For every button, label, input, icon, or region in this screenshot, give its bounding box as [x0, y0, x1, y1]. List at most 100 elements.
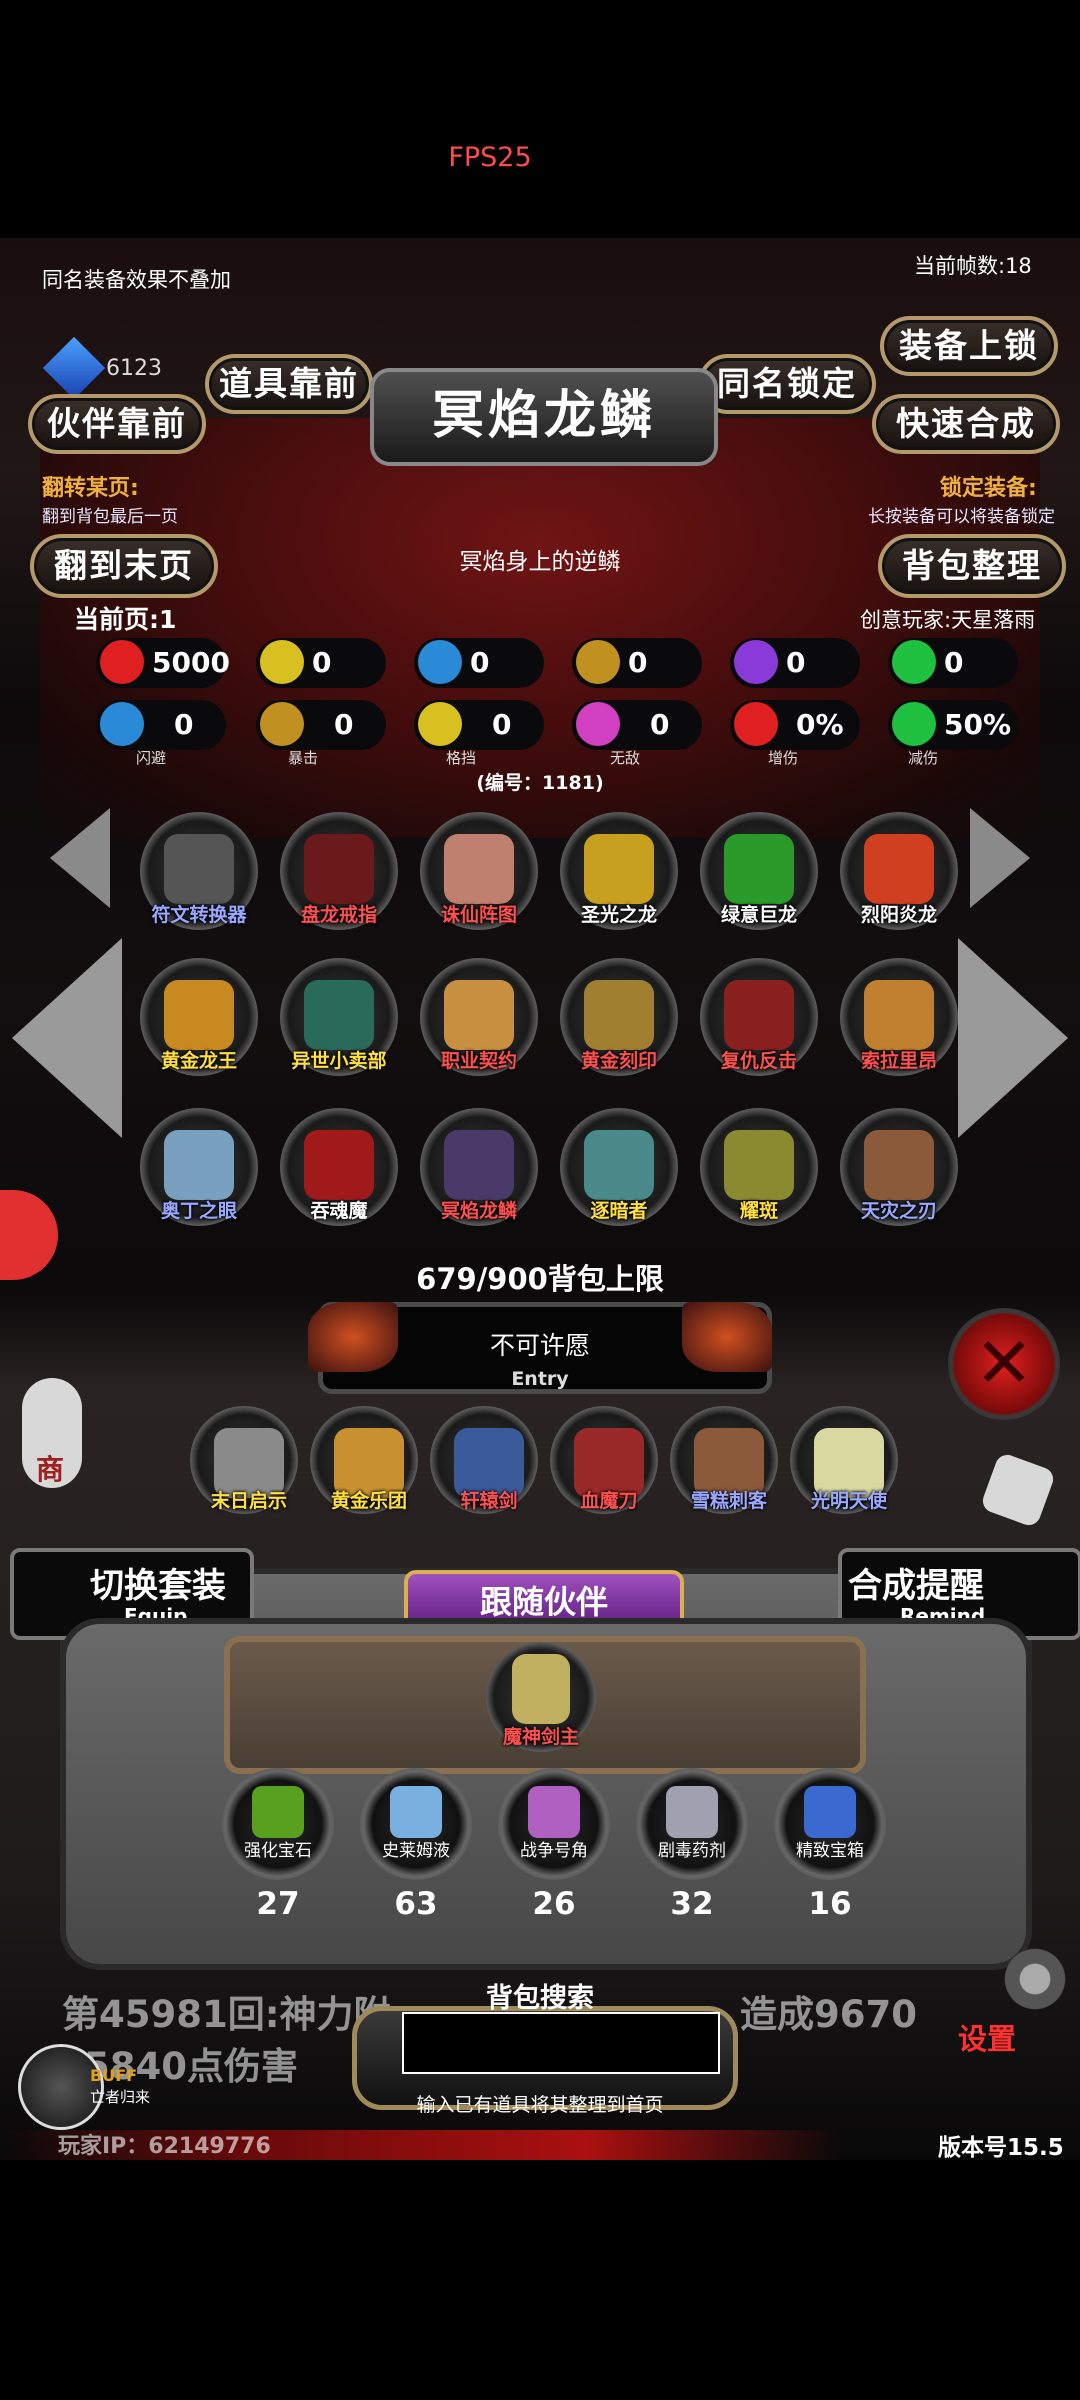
stat-label: 无敌 [610, 749, 641, 767]
next-page-small-arrow[interactable] [970, 808, 1030, 908]
buff-sub: 亡者归来 [90, 2088, 151, 2106]
heart-icon [100, 640, 144, 684]
inventory-item[interactable]: 逐暗者 [560, 1108, 678, 1226]
right-wing-ornament [682, 1302, 772, 1372]
inventory-item[interactable]: 复仇反击 [700, 958, 818, 1076]
equipped-item[interactable]: 血魔刀 [550, 1406, 658, 1514]
equipped-item[interactable]: 黄金乐团 [310, 1406, 418, 1514]
item-art [864, 1130, 934, 1200]
equipped-item[interactable]: 光明天使 [790, 1406, 898, 1514]
inventory-item[interactable]: 职业契约 [420, 958, 538, 1076]
left-wing-ornament [308, 1302, 398, 1372]
item-name: 符文转换器 [151, 904, 247, 926]
material-item[interactable]: 史莱姆液 63 [360, 1768, 472, 1922]
quick-merge-button[interactable]: 快速合成 [872, 394, 1060, 454]
material-count: 63 [394, 1886, 438, 1922]
item-art [724, 1130, 794, 1200]
stat-label: 增伤 [768, 749, 799, 767]
item-name: 绿意巨龙 [720, 904, 797, 926]
item-name: 盘龙戒指 [300, 904, 377, 926]
stat-value: 5000 [152, 646, 230, 679]
partner-slot[interactable]: 魔神剑主 [486, 1642, 596, 1752]
inventory-item[interactable]: 诛仙阵图 [420, 812, 538, 930]
creator-credit: 创意玩家:天星落雨 [860, 608, 1036, 632]
prev-page-small-arrow[interactable] [50, 808, 110, 908]
item-name: 逐暗者 [590, 1200, 648, 1222]
material-item[interactable]: 精致宝箱 16 [774, 1768, 886, 1922]
dice-icon[interactable] [979, 1451, 1057, 1529]
equipped-item[interactable]: 雪糕刺客 [670, 1406, 778, 1514]
equipped-item[interactable]: 轩辕剑 [430, 1406, 538, 1514]
block-icon [418, 702, 462, 746]
stat-attack: 0 [572, 638, 702, 688]
material-count: 26 [532, 1886, 576, 1922]
equip-lock-button[interactable]: 装备上锁 [880, 316, 1058, 376]
item-name: 冥焰龙鳞 [440, 1200, 517, 1222]
material-art [528, 1786, 580, 1838]
inventory-item[interactable]: 天灾之刃 [840, 1108, 958, 1226]
material-count: 16 [808, 1886, 852, 1922]
stat-value: 0 [334, 708, 354, 741]
stat-value: 0 [786, 646, 806, 679]
inventory-item[interactable]: 耀斑 [700, 1108, 818, 1226]
item-number: (编号：1181) [476, 772, 604, 794]
bag-search-hint: 输入已有道具将其整理到首页 [416, 2094, 664, 2116]
item-art [304, 1130, 374, 1200]
bag-search-input[interactable] [402, 2012, 720, 2074]
stat-dodge: 0 闪避 [96, 700, 226, 767]
inventory-item[interactable]: 盘龙戒指 [280, 812, 398, 930]
bag-search-title: 背包搜索 [486, 1983, 594, 2014]
gear-icon[interactable] [1000, 1944, 1070, 2014]
material-item[interactable]: 强化宝石 27 [222, 1768, 334, 1922]
item-name: 诛仙阵图 [440, 904, 517, 926]
item-art [444, 1130, 514, 1200]
item-art [584, 834, 654, 904]
inventory-item[interactable]: 符文转换器 [140, 812, 258, 930]
inventory-item[interactable]: 黄金龙王 [140, 958, 258, 1076]
item-name: 吞魂魔 [310, 1200, 368, 1222]
prev-page-arrow[interactable] [12, 938, 122, 1138]
item-name: 异世小卖部 [291, 1050, 387, 1072]
inventory-item[interactable]: 冥焰龙鳞 [420, 1108, 538, 1226]
material-item[interactable]: 战争号角 26 [498, 1768, 610, 1922]
item-name: 黄金刻印 [580, 1050, 657, 1072]
inventory-item[interactable]: 异世小卖部 [280, 958, 398, 1076]
item-name: 烈阳炎龙 [860, 904, 937, 926]
item-art [164, 1130, 234, 1200]
stat-value: 0 [944, 646, 964, 679]
settings-label[interactable]: 设置 [958, 2016, 1016, 2058]
inventory-item[interactable]: 奥丁之眼 [140, 1108, 258, 1226]
stat-value: 50% [944, 708, 1012, 741]
inventory-item[interactable]: 索拉里昂 [840, 958, 958, 1076]
items-first-button[interactable]: 道具靠前 [205, 354, 373, 414]
switch-set-label[interactable]: 切换套装 [90, 1558, 226, 1607]
inventory-item[interactable]: 烈阳炎龙 [840, 812, 958, 930]
wish-title: 不可许愿 [489, 1331, 590, 1360]
item-name: 耀斑 [739, 1200, 778, 1222]
inventory-item[interactable]: 圣光之龙 [560, 812, 678, 930]
crit-icon [260, 702, 304, 746]
material-art [390, 1786, 442, 1838]
stat-label: 格挡 [446, 749, 477, 767]
merge-remind-label[interactable]: 合成提醒 [848, 1558, 984, 1607]
inventory-item[interactable]: 黄金刻印 [560, 958, 678, 1076]
stat-damage-up: 0% 增伤 [730, 700, 860, 767]
partner-name: 魔神剑主 [502, 1726, 579, 1748]
equipped-item[interactable]: 末日启示 [190, 1406, 298, 1514]
invincible-icon [576, 702, 620, 746]
stat-value: 0 [650, 708, 670, 741]
stat-label: 暴击 [288, 749, 319, 767]
inventory-item[interactable]: 绿意巨龙 [700, 812, 818, 930]
same-name-lock-button[interactable]: 同名锁定 [698, 354, 876, 414]
stat-label: 闪避 [136, 749, 167, 767]
item-art [864, 980, 934, 1050]
item-art [164, 834, 234, 904]
item-name: 索拉里昂 [860, 1050, 937, 1072]
lock-equip-title: 锁定装备: [940, 476, 1037, 501]
close-icon[interactable]: ✕ [948, 1308, 1060, 1420]
inventory-item[interactable]: 吞魂魔 [280, 1108, 398, 1226]
partner-first-button[interactable]: 伙伴靠前 [28, 394, 206, 454]
material-item[interactable]: 剧毒药剂 32 [636, 1768, 748, 1922]
shop-label[interactable]: 商 [36, 1448, 64, 1488]
next-page-arrow[interactable] [958, 938, 1068, 1138]
